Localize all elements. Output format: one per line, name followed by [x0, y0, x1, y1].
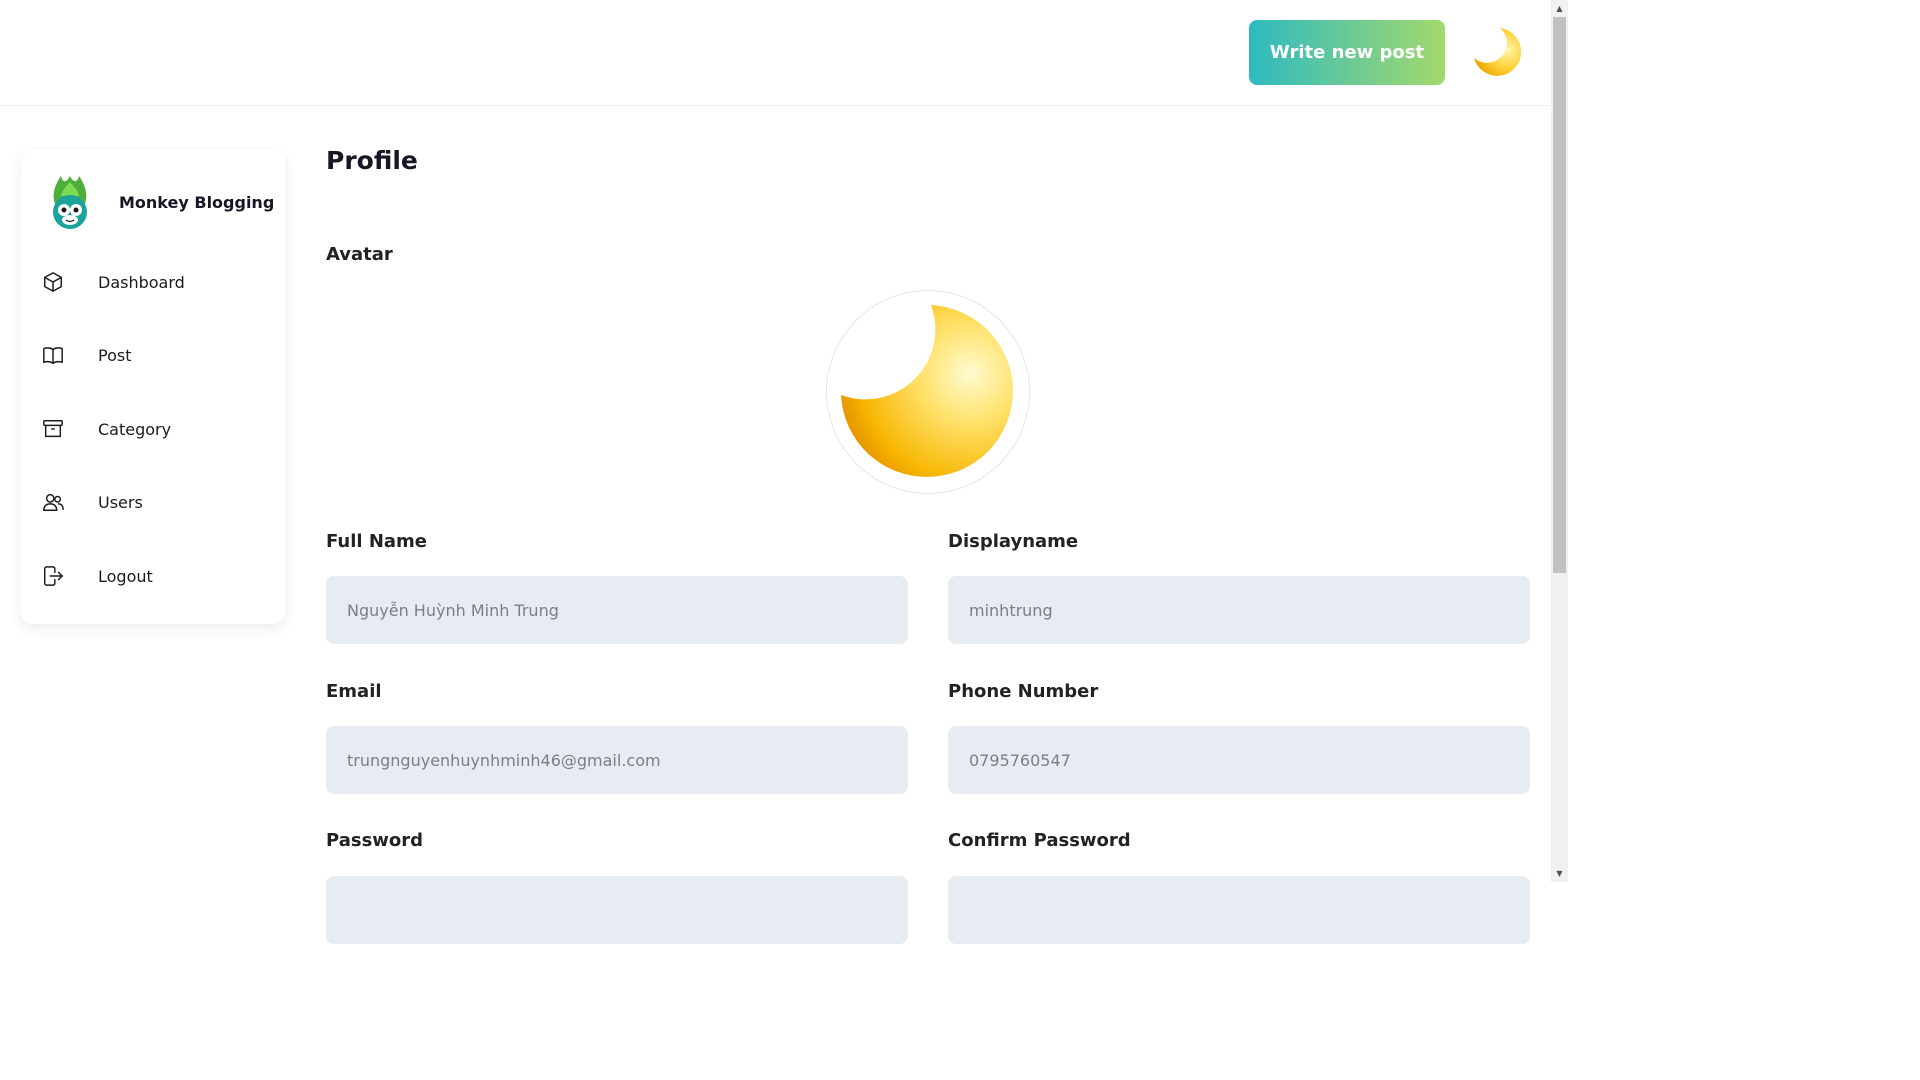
sidebar-item-users[interactable]: Users [41, 482, 271, 522]
sidebar-item-post[interactable]: Post [41, 335, 271, 375]
phone-label: Phone Number [948, 681, 1099, 702]
crescent-moon-icon [841, 305, 1013, 477]
sidebar-item-logout[interactable]: Logout [41, 556, 271, 596]
cube-icon [41, 270, 65, 294]
scrollbar-thumb[interactable] [1553, 17, 1566, 573]
users-icon [41, 490, 65, 514]
phone-field[interactable]: 0795760547 [948, 726, 1530, 794]
user-avatar[interactable] [1470, 24, 1526, 80]
sidebar-item-label: Dashboard [98, 272, 185, 292]
avatar-upload[interactable] [826, 290, 1030, 494]
avatar-label: Avatar [326, 244, 393, 265]
brand-name: Monkey Blogging [119, 192, 275, 212]
sidebar-item-label: Logout [98, 566, 153, 586]
password-field[interactable] [326, 876, 908, 944]
sidebar-item-label: Category [98, 419, 172, 439]
displayname-label: Displayname [948, 531, 1079, 552]
scroll-down-arrow-icon[interactable]: ▼ [1551, 865, 1568, 882]
sidebar-item-dashboard[interactable]: Dashboard [41, 262, 271, 302]
confirm-password-label: Confirm Password [948, 830, 1131, 851]
brand[interactable]: Monkey Blogging [47, 174, 274, 230]
displayname-field[interactable]: minhtrung [948, 576, 1530, 644]
confirm-password-field[interactable] [948, 876, 1530, 944]
sidebar-item-label: Post [98, 345, 132, 365]
monkey-logo-icon [53, 176, 87, 229]
full-name-field[interactable]: Nguyễn Huỳnh Minh Trung [326, 576, 908, 644]
page-title: Profile [326, 146, 418, 175]
archive-icon [41, 417, 65, 441]
page-scrollbar[interactable]: ▲ ▼ [1551, 0, 1568, 882]
write-new-post-button[interactable]: Write new post [1249, 20, 1445, 85]
email-field[interactable]: trungnguyenhuynhminh46@gmail.com [326, 726, 908, 794]
crescent-moon-icon [1474, 28, 1522, 76]
top-header: Write new post [0, 0, 1551, 106]
logout-icon [41, 564, 65, 588]
scroll-up-arrow-icon[interactable]: ▲ [1551, 0, 1568, 17]
full-name-label: Full Name [326, 531, 427, 552]
book-icon [41, 343, 65, 367]
sidebar-item-label: Users [98, 492, 143, 512]
password-label: Password [326, 830, 424, 851]
sidebar: Monkey Blogging Dashboard Post Category … [21, 150, 285, 624]
sidebar-item-category[interactable]: Category [41, 409, 271, 449]
email-label: Email [326, 681, 382, 702]
